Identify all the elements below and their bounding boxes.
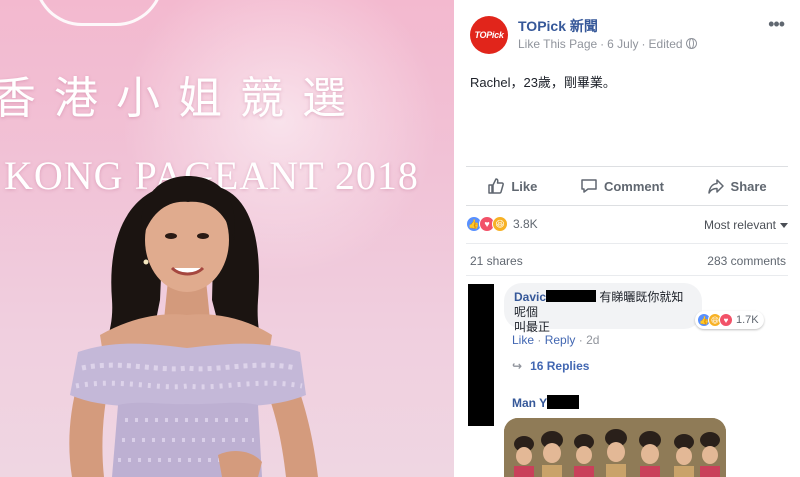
shares-count[interactable]: 21 shares bbox=[470, 254, 523, 268]
page-name-link[interactable]: TOPick 新聞 bbox=[518, 16, 598, 36]
post-meta: Like This Page · 6 July · Edited bbox=[518, 37, 697, 51]
like-button[interactable]: Like bbox=[487, 177, 537, 195]
share-button-label: Share bbox=[730, 178, 767, 194]
post-text: Rachel，23歲，剛畢業。 bbox=[470, 75, 616, 90]
love-reaction-icon: ♥ bbox=[719, 313, 733, 327]
more-options-icon[interactable]: ••• bbox=[768, 14, 785, 35]
comment-image[interactable] bbox=[504, 418, 726, 477]
comment-button[interactable]: Comment bbox=[580, 177, 664, 195]
redaction-bar bbox=[546, 290, 597, 302]
post-date[interactable]: 6 July bbox=[607, 37, 638, 51]
redaction-bar bbox=[547, 395, 580, 409]
comment-reactions-count: 1.7K bbox=[736, 314, 759, 326]
reactions-summary[interactable]: 👍 ♥ 😆 3.8K bbox=[466, 216, 538, 232]
replies-label: 16 Replies bbox=[530, 359, 590, 373]
commenter-avatar-redacted[interactable] bbox=[468, 284, 494, 426]
like-page-link[interactable]: Like This Page bbox=[518, 37, 597, 51]
haha-reaction-icon: 😆 bbox=[492, 216, 508, 232]
comment-image-scene bbox=[504, 418, 726, 477]
commenter-name[interactable]: Davic bbox=[514, 290, 546, 304]
view-replies-link[interactable]: ↪ 16 Replies bbox=[512, 359, 589, 373]
divider bbox=[466, 243, 788, 244]
comment-button-label: Comment bbox=[603, 178, 664, 194]
post-photo[interactable]: 香港小姐競選 KONG PAGEANT 2018 bbox=[0, 0, 454, 477]
page-avatar[interactable]: TOPick bbox=[470, 16, 508, 54]
like-button-label: Like bbox=[511, 178, 538, 194]
commenter-name[interactable]: Man Y bbox=[512, 396, 547, 410]
comment-reactions[interactable]: 👍 😆 ♥ 1.7K bbox=[695, 311, 764, 329]
globe-icon bbox=[685, 38, 697, 49]
thumbs-up-icon bbox=[488, 178, 505, 194]
comment-reply-link[interactable]: Reply bbox=[545, 333, 576, 347]
share-icon bbox=[707, 179, 724, 194]
comment-text-line2: 叫最正 bbox=[514, 320, 551, 334]
caret-down-icon bbox=[780, 223, 788, 228]
divider bbox=[466, 275, 788, 276]
comment-bubble: Davic 有睇曬既你就知呢個 叫最正 bbox=[504, 283, 702, 334]
comment-actions: Like · Reply · 2d bbox=[512, 333, 600, 347]
commenter-name-2: Man Y bbox=[512, 395, 580, 410]
sort-label: Most relevant bbox=[703, 218, 776, 232]
contestant-figure bbox=[69, 176, 318, 477]
comments-count[interactable]: 283 comments bbox=[707, 254, 786, 268]
comment-icon bbox=[581, 179, 597, 193]
edited-label[interactable]: Edited bbox=[649, 37, 683, 51]
comment-time[interactable]: 2d bbox=[586, 333, 599, 347]
share-button[interactable]: Share bbox=[707, 177, 767, 195]
post-actions-bar: Like Comment Share bbox=[466, 166, 788, 206]
reply-arrow-icon: ↪ bbox=[512, 359, 523, 373]
reactions-count: 3.8K bbox=[513, 217, 538, 231]
comment-sort-dropdown[interactable]: Most relevant bbox=[704, 218, 788, 232]
comment-like-link[interactable]: Like bbox=[512, 333, 534, 347]
facebook-post: TOPick TOPick 新聞 Like This Page · 6 July · E… bbox=[454, 0, 800, 477]
